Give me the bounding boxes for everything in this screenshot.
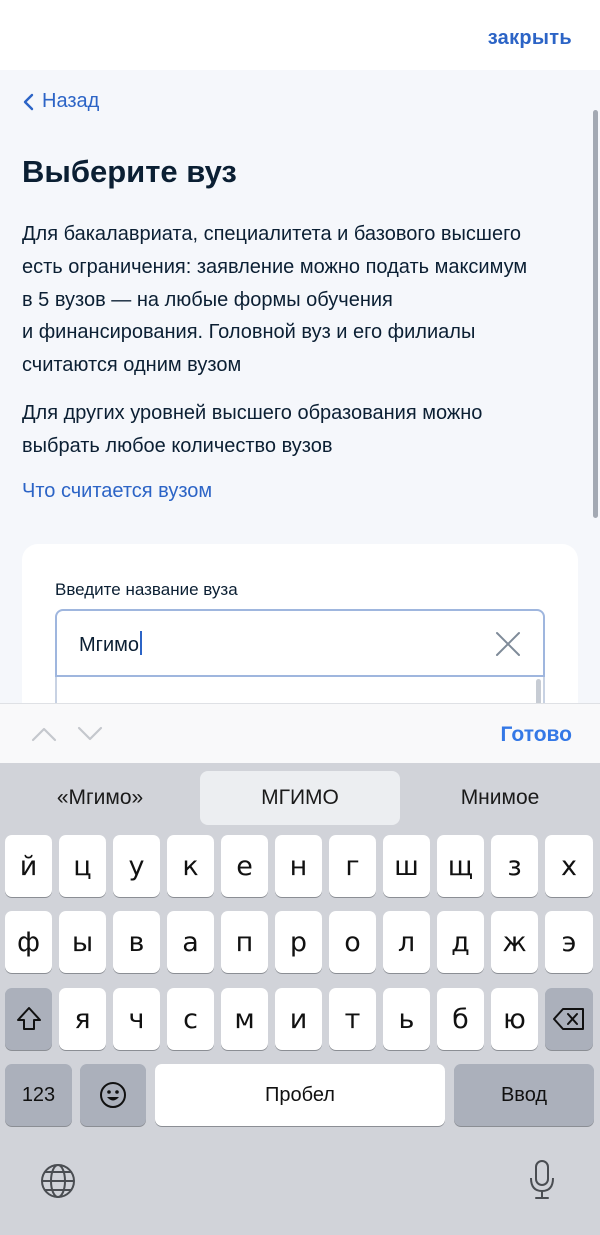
- key[interactable]: ю: [491, 988, 538, 1050]
- key[interactable]: е: [221, 835, 268, 897]
- page-scrollbar[interactable]: [593, 110, 598, 518]
- key[interactable]: ц: [59, 835, 106, 897]
- university-search-value: Мгимо: [79, 631, 142, 657]
- key[interactable]: й: [5, 835, 52, 897]
- key[interactable]: п: [221, 911, 268, 973]
- key[interactable]: ш: [383, 835, 430, 897]
- description-paragraph-2: Для других уровней высшего образования м…: [22, 402, 483, 457]
- globe-icon[interactable]: [38, 1161, 78, 1201]
- key[interactable]: у: [113, 835, 160, 897]
- page-title: Выберите вуз: [22, 154, 237, 189]
- suggestion-1[interactable]: «Мгимо»: [0, 771, 200, 825]
- return-key[interactable]: Ввод: [454, 1064, 594, 1126]
- key[interactable]: х: [545, 835, 593, 897]
- microphone-icon[interactable]: [526, 1158, 558, 1202]
- done-button[interactable]: Готово: [501, 723, 572, 747]
- key[interactable]: ы: [59, 911, 106, 973]
- backspace-key[interactable]: [545, 988, 593, 1050]
- key[interactable]: щ: [437, 835, 484, 897]
- key[interactable]: э: [545, 911, 593, 973]
- key[interactable]: м: [221, 988, 268, 1050]
- numbers-key[interactable]: 123: [5, 1064, 72, 1126]
- keyboard-accessory-bar: Готово: [0, 703, 600, 763]
- what-counts-as-university-link[interactable]: Что считается вузом: [22, 480, 212, 503]
- key[interactable]: р: [275, 911, 322, 973]
- university-search-input[interactable]: Мгимо: [55, 609, 545, 677]
- chevron-down-icon[interactable]: [76, 724, 104, 744]
- chevron-up-icon[interactable]: [30, 724, 58, 744]
- key[interactable]: о: [329, 911, 376, 973]
- keyboard: «Мгимо» МГИМО Мнимое й ц у к е н г ш щ з…: [0, 763, 600, 1235]
- chevron-left-icon: [23, 93, 34, 110]
- suggestion-2[interactable]: МГИМО: [200, 771, 400, 825]
- key[interactable]: т: [329, 988, 376, 1050]
- suggestions-dropdown[interactable]: [55, 677, 545, 703]
- key[interactable]: л: [383, 911, 430, 973]
- search-card: Введите название вуза Мгимо: [22, 544, 578, 703]
- key[interactable]: ь: [383, 988, 430, 1050]
- key[interactable]: с: [167, 988, 214, 1050]
- university-field-label: Введите название вуза: [55, 580, 238, 599]
- back-button[interactable]: Назад: [22, 90, 99, 113]
- key[interactable]: к: [167, 835, 214, 897]
- back-label: Назад: [42, 90, 100, 112]
- key[interactable]: г: [329, 835, 376, 897]
- text-caret: [140, 631, 142, 655]
- emoji-key[interactable]: [80, 1064, 146, 1126]
- key[interactable]: и: [275, 988, 322, 1050]
- key[interactable]: б: [437, 988, 484, 1050]
- dropdown-scrollbar[interactable]: [536, 679, 541, 703]
- key[interactable]: я: [59, 988, 106, 1050]
- shift-icon: [16, 1007, 41, 1030]
- emoji-icon: [100, 1082, 126, 1108]
- key[interactable]: а: [167, 911, 214, 973]
- key[interactable]: в: [113, 911, 160, 973]
- top-bar: закрыть: [0, 0, 600, 70]
- key[interactable]: д: [437, 911, 484, 973]
- suggestion-3[interactable]: Мнимое: [400, 771, 600, 825]
- key[interactable]: ж: [491, 911, 538, 973]
- backspace-icon: [553, 1008, 584, 1030]
- description-paragraph-1: Для бакалавриата, специалитета и базовог…: [22, 223, 528, 377]
- key[interactable]: ф: [5, 911, 52, 973]
- space-key[interactable]: Пробел: [155, 1064, 445, 1126]
- clear-icon[interactable]: [495, 631, 521, 657]
- key[interactable]: ч: [113, 988, 160, 1050]
- main-content: Назад Выберите вуз Для бакалавриата, спе…: [0, 70, 600, 703]
- close-button[interactable]: закрыть: [488, 27, 572, 50]
- key[interactable]: н: [275, 835, 322, 897]
- key[interactable]: з: [491, 835, 538, 897]
- shift-key[interactable]: [5, 988, 52, 1050]
